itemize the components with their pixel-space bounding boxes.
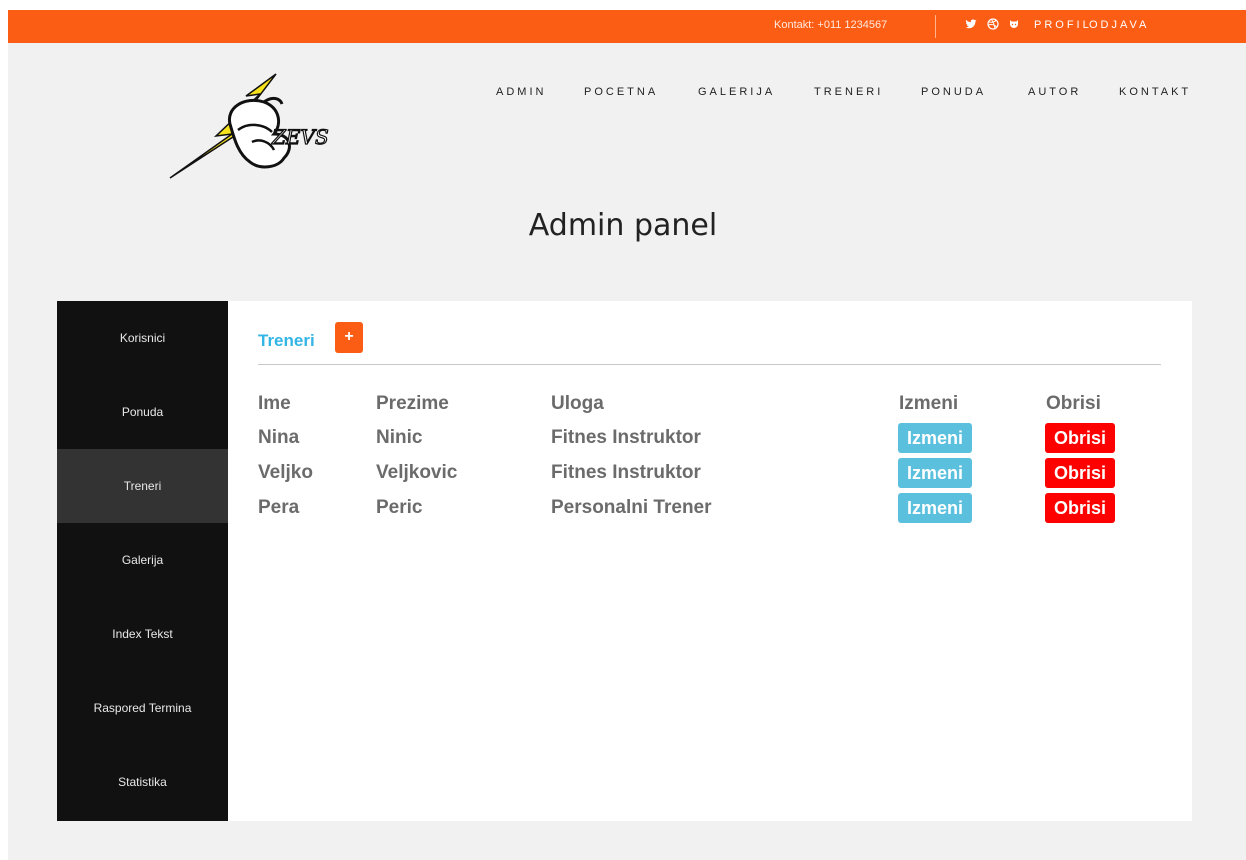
sidebar-item-korisnici[interactable]: Korisnici: [57, 301, 228, 375]
svg-text:ZEVS: ZEVS: [271, 125, 329, 149]
logo[interactable]: ZEVS: [168, 72, 348, 192]
content-panel: Treneri + Ime Prezime Uloga Izmeni Obris…: [228, 301, 1192, 821]
nav-galerija[interactable]: GALERIJA: [698, 86, 775, 98]
edit-button[interactable]: Izmeni: [898, 458, 972, 488]
nav-ponuda[interactable]: PONUDA: [921, 86, 986, 98]
header-prezime: Prezime: [376, 393, 449, 414]
logout-link[interactable]: ODJAVA: [1089, 19, 1149, 31]
cell-uloga: Personalni Trener: [551, 497, 712, 518]
section-title: Treneri: [258, 331, 315, 350]
contact-info: Kontakt: +011 1234567: [774, 19, 888, 31]
cell-prezime: Ninic: [376, 427, 423, 448]
delete-button[interactable]: Obrisi: [1045, 493, 1115, 523]
header-ime: Ime: [258, 393, 291, 414]
edit-button[interactable]: Izmeni: [898, 493, 972, 523]
nav-pocetna[interactable]: POCETNA: [584, 86, 658, 98]
cell-ime: Veljko: [258, 462, 313, 483]
sidebar-item-treneri[interactable]: Treneri: [57, 449, 228, 523]
top-bar: Kontakt: +011 1234567 PROFIL ODJAVA: [8, 10, 1246, 43]
section-divider: [258, 364, 1161, 365]
github-icon[interactable]: [1006, 16, 1022, 34]
cell-prezime: Veljkovic: [376, 462, 458, 483]
sidebar-item-index-tekst[interactable]: Index Tekst: [57, 597, 228, 671]
nav-treneri[interactable]: TRENERI: [814, 86, 883, 98]
dribbble-icon[interactable]: [985, 16, 1001, 34]
nav-admin[interactable]: ADMIN: [496, 86, 546, 98]
cell-ime: Pera: [258, 497, 300, 518]
nav-kontakt[interactable]: KONTAKT: [1119, 86, 1191, 98]
nav-autor[interactable]: AUTOR: [1028, 86, 1081, 98]
delete-button[interactable]: Obrisi: [1045, 458, 1115, 488]
cell-ime: Nina: [258, 427, 300, 448]
topbar-divider: [935, 15, 936, 38]
sidebar-item-ponuda[interactable]: Ponuda: [57, 375, 228, 449]
cell-uloga: Fitnes Instruktor: [551, 427, 701, 448]
delete-button[interactable]: Obrisi: [1045, 423, 1115, 453]
page-title: Admin panel: [528, 208, 718, 243]
sidebar-item-statistika[interactable]: Statistika: [57, 745, 228, 819]
sidebar-item-galerija[interactable]: Galerija: [57, 523, 228, 597]
edit-button[interactable]: Izmeni: [898, 423, 972, 453]
cell-uloga: Fitnes Instruktor: [551, 462, 701, 483]
twitter-icon[interactable]: [963, 16, 979, 34]
admin-sidebar: Korisnici Ponuda Treneri Galerija Index …: [57, 301, 228, 821]
header-izmeni: Izmeni: [899, 393, 959, 414]
header-obrisi: Obrisi: [1046, 393, 1101, 414]
add-trainer-button[interactable]: +: [335, 322, 363, 353]
profile-link[interactable]: PROFIL: [1034, 19, 1092, 31]
sidebar-item-raspored-termina[interactable]: Raspored Termina: [57, 671, 228, 745]
cell-prezime: Peric: [376, 497, 423, 518]
header-uloga: Uloga: [551, 393, 604, 414]
page-background: Kontakt: +011 1234567 PROFIL ODJAVA ZEVS…: [8, 10, 1246, 860]
